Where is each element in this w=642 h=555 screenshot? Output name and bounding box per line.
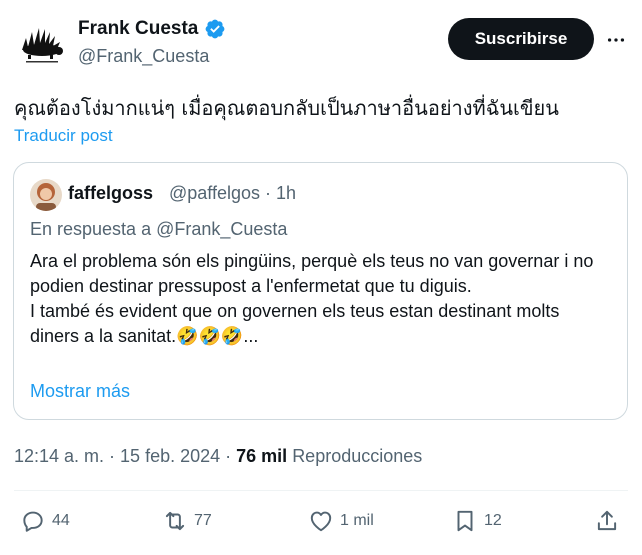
quoted-reply-context: En respuesta a @Frank_Cuesta xyxy=(30,219,287,240)
views-label: Reproducciones xyxy=(292,446,423,466)
quoted-author-avatar[interactable] xyxy=(30,179,62,211)
share-icon xyxy=(597,510,617,531)
quoted-post-text: Ara el problema són els pingüins, perquè… xyxy=(30,249,610,349)
translate-post-link[interactable]: Traducir post xyxy=(14,126,113,146)
post-timestamp[interactable]: 12:14 a. m. · 15 feb. 2024 · xyxy=(14,446,236,466)
heart-icon xyxy=(310,511,332,532)
reply-count: 44 xyxy=(52,512,70,529)
bookmark-count: 12 xyxy=(484,512,502,529)
bookmark-icon xyxy=(457,510,473,532)
divider xyxy=(14,490,628,491)
quoted-text-paragraph-1: Ara el problema són els pingüins, perquè… xyxy=(30,251,594,296)
porcupine-logo-icon xyxy=(14,14,70,70)
reply-button[interactable]: 44 xyxy=(20,508,70,534)
verified-badge-icon[interactable] xyxy=(204,18,226,40)
repost-icon xyxy=(165,511,185,531)
like-button[interactable]: 1 mil xyxy=(308,508,374,534)
quoted-post[interactable]: faffelgoss @paffelgos · 1h En respuesta … xyxy=(13,162,628,420)
bookmark-button[interactable]: 12 xyxy=(452,508,502,534)
author-name-row: Frank Cuesta xyxy=(78,18,226,40)
reply-mention-link[interactable]: @Frank_Cuesta xyxy=(156,219,287,239)
quoted-author-meta: @paffelgos · 1h xyxy=(169,183,297,203)
post-meta: 12:14 a. m. · 15 feb. 2024 · 76 mil Repr… xyxy=(14,446,422,467)
repost-count: 77 xyxy=(194,512,212,529)
quoted-text-paragraph-2: I també és evident que on governen els t… xyxy=(30,301,560,346)
share-button[interactable] xyxy=(594,508,620,534)
author-display-name[interactable]: Frank Cuesta xyxy=(78,18,198,40)
author-avatar[interactable] xyxy=(14,14,70,70)
tweet: Frank Cuesta @Frank_Cuesta Suscribirse ค… xyxy=(0,0,642,555)
reply-prefix: En respuesta a xyxy=(30,219,152,239)
repost-button[interactable]: 77 xyxy=(162,508,212,534)
like-count: 1 mil xyxy=(340,512,374,529)
subscribe-button[interactable]: Suscribirse xyxy=(448,18,594,60)
reply-icon xyxy=(23,511,43,532)
more-options-icon[interactable] xyxy=(602,26,630,54)
show-more-link[interactable]: Mostrar más xyxy=(30,381,130,402)
author-handle[interactable]: @Frank_Cuesta xyxy=(78,46,209,67)
views-count: 76 mil xyxy=(236,446,288,466)
quoted-author-name[interactable]: faffelgoss xyxy=(68,183,153,204)
tweet-text: คุณต้องโง่มากแน่ๆ เมื่อคุณตอบกลับเป็นภาษ… xyxy=(14,96,559,120)
